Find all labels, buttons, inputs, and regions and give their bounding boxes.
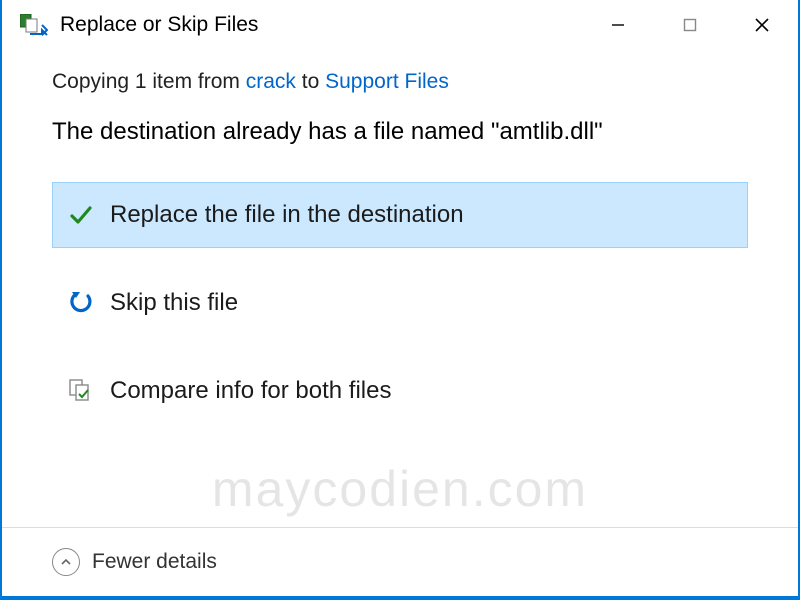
skip-label: Skip this file: [110, 289, 238, 317]
copy-arrow-icon: [20, 14, 48, 36]
replace-option[interactable]: Replace the file in the destination: [52, 182, 748, 248]
source-link[interactable]: crack: [246, 70, 296, 93]
dest-link[interactable]: Support Files: [325, 70, 449, 93]
copy-progress-text: Copying 1 item from crack to Support Fil…: [52, 70, 748, 94]
skip-option[interactable]: Skip this file: [52, 270, 748, 336]
dialog-body: Copying 1 item from crack to Support Fil…: [2, 50, 798, 527]
checkmark-icon: [66, 200, 96, 230]
window-controls: [582, 0, 798, 50]
fewer-details-toggle[interactable]: Fewer details: [52, 548, 217, 576]
compare-files-icon: [66, 376, 96, 406]
compare-option[interactable]: Compare info for both files: [52, 358, 748, 424]
close-button[interactable]: [726, 0, 798, 50]
copy-mid: to: [296, 70, 325, 93]
options-list: Replace the file in the destination Skip…: [52, 182, 748, 424]
window-title: Replace or Skip Files: [60, 13, 582, 37]
undo-arrow-icon: [66, 288, 96, 318]
fewer-details-label: Fewer details: [92, 550, 217, 574]
chevron-up-icon: [52, 548, 80, 576]
conflict-message: The destination already has a file named…: [52, 118, 748, 146]
copy-prefix: Copying 1 item from: [52, 70, 246, 93]
titlebar: Replace or Skip Files: [2, 0, 798, 50]
minimize-button[interactable]: [582, 0, 654, 50]
maximize-button[interactable]: [654, 0, 726, 50]
replace-label: Replace the file in the destination: [110, 201, 464, 229]
dialog-footer: Fewer details: [2, 527, 798, 596]
compare-label: Compare info for both files: [110, 377, 391, 405]
replace-or-skip-dialog: Replace or Skip Files Copying 1 item fro…: [2, 0, 798, 596]
